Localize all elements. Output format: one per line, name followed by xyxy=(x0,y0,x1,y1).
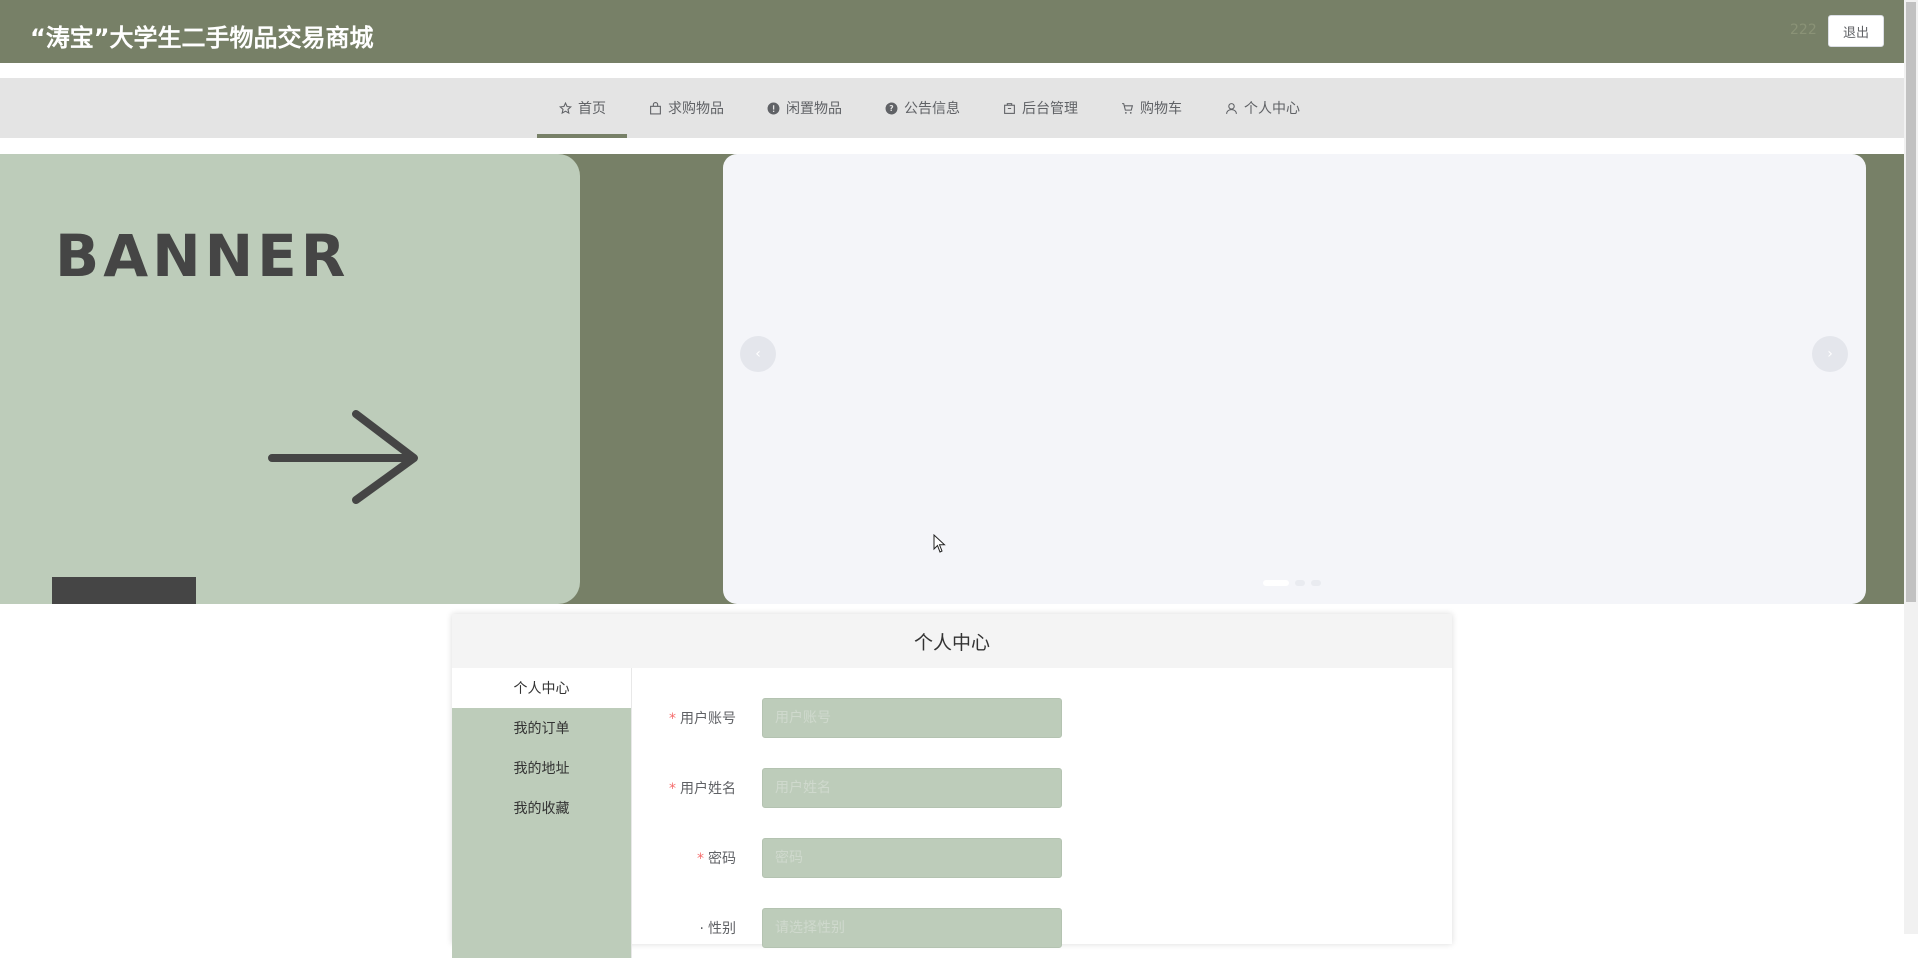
logout-button[interactable]: 退出 xyxy=(1828,15,1884,47)
banner-dark-block xyxy=(52,577,196,604)
gender-select[interactable] xyxy=(762,908,1062,948)
form-row-account: * 用户账号 xyxy=(632,698,1062,738)
mouse-cursor-icon xyxy=(933,534,946,553)
box-icon xyxy=(1002,101,1016,115)
nav-item-label: 个人中心 xyxy=(1244,101,1300,117)
question-circle-icon: ? xyxy=(884,101,898,115)
carousel-dot[interactable] xyxy=(1263,580,1289,586)
nav-item-label: 公告信息 xyxy=(904,101,960,117)
nav-item-profile[interactable]: 个人中心 xyxy=(1203,78,1321,138)
chevron-right-icon: › xyxy=(1827,346,1833,362)
side-item-profile[interactable]: 个人中心 xyxy=(452,668,631,708)
required-marker: * xyxy=(669,711,676,727)
carousel-dot[interactable] xyxy=(1295,580,1305,586)
nav-item-idle[interactable]: 闲置物品 xyxy=(745,78,863,138)
side-menu: 个人中心 我的订单 我的地址 我的收藏 xyxy=(452,668,631,958)
form-row-name: * 用户姓名 xyxy=(632,768,1062,808)
chevron-left-icon: ‹ xyxy=(755,346,761,362)
nav-item-label: 首页 xyxy=(578,101,606,117)
username: 222 xyxy=(1790,22,1817,38)
site-title: “涛宝”大学生二手物品交易商城 xyxy=(30,24,374,52)
scrollbar-thumb[interactable] xyxy=(1906,2,1916,602)
main-nav: 首页 求购物品 闲置物品 ? 公告信息 后台管理 购物车 个人中心 xyxy=(0,78,1904,138)
optional-marker: · xyxy=(699,921,704,937)
nav-item-label: 闲置物品 xyxy=(786,101,842,117)
nav-item-cart[interactable]: 购物车 xyxy=(1099,78,1203,138)
star-icon xyxy=(558,101,572,115)
side-item-orders[interactable]: 我的订单 xyxy=(452,708,631,748)
banner-image: BANNER xyxy=(0,154,580,604)
field-label: 性别 xyxy=(708,921,736,937)
nav-item-label: 求购物品 xyxy=(668,101,724,117)
carousel-indicators xyxy=(1263,580,1321,586)
account-input[interactable] xyxy=(762,698,1062,738)
banner-word: BANNER xyxy=(55,222,350,290)
nav-item-notice[interactable]: ? 公告信息 xyxy=(863,78,981,138)
form-row-password: * 密码 xyxy=(632,838,1062,878)
top-header: “涛宝”大学生二手物品交易商城 222 退出 xyxy=(0,0,1904,63)
nav-item-wanted[interactable]: 求购物品 xyxy=(627,78,745,138)
field-label: 用户姓名 xyxy=(680,781,736,797)
password-input[interactable] xyxy=(762,838,1062,878)
required-marker: * xyxy=(697,851,704,867)
carousel-next-button[interactable]: › xyxy=(1812,336,1848,372)
arrow-right-icon xyxy=(268,410,418,504)
svg-text:?: ? xyxy=(889,104,893,113)
carousel[interactable]: ‹ › xyxy=(723,154,1866,604)
nav-item-label: 后台管理 xyxy=(1022,101,1078,117)
warning-circle-icon xyxy=(766,101,780,115)
cart-icon xyxy=(1120,101,1134,115)
panel-title: 个人中心 xyxy=(452,614,1452,668)
side-item-favorites[interactable]: 我的收藏 xyxy=(452,788,631,828)
personal-center-panel: 个人中心 个人中心 我的订单 我的地址 我的收藏 *用户账号 *用户姓名 *密码… xyxy=(452,614,1452,958)
user-icon xyxy=(1224,101,1238,115)
page-scrollbar[interactable] xyxy=(1904,0,1918,934)
nav-item-label: 购物车 xyxy=(1140,101,1182,117)
field-label: 用户账号 xyxy=(680,711,736,727)
form-row-gender: · 性别 xyxy=(632,908,1062,948)
nav-item-admin[interactable]: 后台管理 xyxy=(981,78,1099,138)
carousel-dot[interactable] xyxy=(1311,580,1321,586)
side-item-address[interactable]: 我的地址 xyxy=(452,748,631,788)
bag-icon xyxy=(648,101,662,115)
required-marker: * xyxy=(669,781,676,797)
nav-item-home[interactable]: 首页 xyxy=(537,78,627,138)
field-label: 密码 xyxy=(708,851,736,867)
name-input[interactable] xyxy=(762,768,1062,808)
carousel-prev-button[interactable]: ‹ xyxy=(740,336,776,372)
